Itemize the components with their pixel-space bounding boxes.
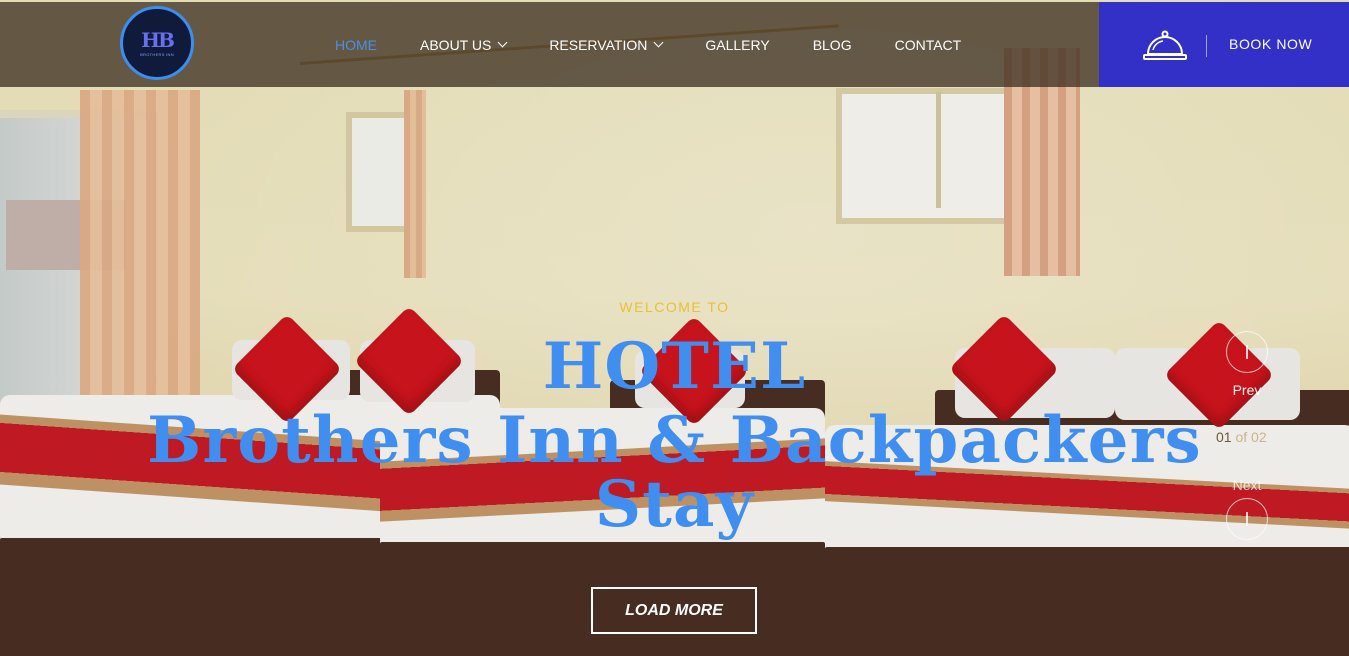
prev-label: Prev: [1232, 382, 1262, 398]
slide-of: of: [1235, 429, 1248, 445]
nav-item-label: CONTACT: [894, 36, 962, 53]
nav-item-about-us[interactable]: ABOUT US: [420, 36, 508, 53]
slide-total: 02: [1251, 429, 1267, 445]
hero-title-line: Stay: [594, 467, 755, 542]
nav-item-home[interactable]: HOME: [335, 37, 377, 53]
arrow-down-icon: [1246, 512, 1248, 526]
chevron-down-icon: [497, 37, 508, 48]
logo-text: BROTHERS INN: [140, 51, 174, 57]
slide-current: 01: [1216, 429, 1232, 445]
next-label: Next: [1232, 477, 1262, 493]
arrow-up-icon: [1246, 345, 1248, 359]
site-header: HB BROTHERS INN HOME ABOUT US RESERVATIO…: [0, 2, 1099, 87]
nav-item-label: BLOG: [812, 36, 852, 53]
chevron-down-icon: [653, 37, 664, 48]
site-logo[interactable]: HB BROTHERS INN: [120, 6, 194, 80]
load-more-button[interactable]: LOAD MORE: [591, 587, 757, 634]
logo-mark: HB: [141, 27, 175, 52]
hero-background-image: [0, 0, 1349, 656]
nav-item-contact[interactable]: CONTACT: [895, 37, 962, 53]
nav-item-label: HOME: [335, 36, 377, 53]
welcome-text: WELCOME TO: [619, 299, 730, 315]
book-now-button[interactable]: BOOK NOW: [1099, 2, 1349, 87]
nav-item-label: GALLERY: [705, 36, 770, 53]
service-bell-icon: [1143, 30, 1187, 60]
nav-item-blog[interactable]: BLOG: [813, 37, 852, 53]
book-now-label: BOOK NOW: [1229, 36, 1313, 52]
slide-counter: 01 of 02: [1216, 429, 1267, 445]
nav-item-gallery[interactable]: GALLERY: [705, 37, 769, 53]
prev-slide-button[interactable]: [1226, 331, 1268, 373]
nav-item-label: ABOUT US: [420, 36, 492, 53]
nav-item-reservation[interactable]: RESERVATION: [549, 36, 664, 53]
hero-title-line: HOTEL: [542, 329, 807, 404]
nav-item-label: RESERVATION: [549, 36, 648, 53]
next-slide-button[interactable]: [1226, 498, 1268, 540]
hero-title: HOTEL Brothers Inn & Backpackers Stay: [0, 330, 1349, 542]
main-nav: HOME ABOUT US RESERVATION GALLERY BLOG C…: [335, 2, 1004, 87]
